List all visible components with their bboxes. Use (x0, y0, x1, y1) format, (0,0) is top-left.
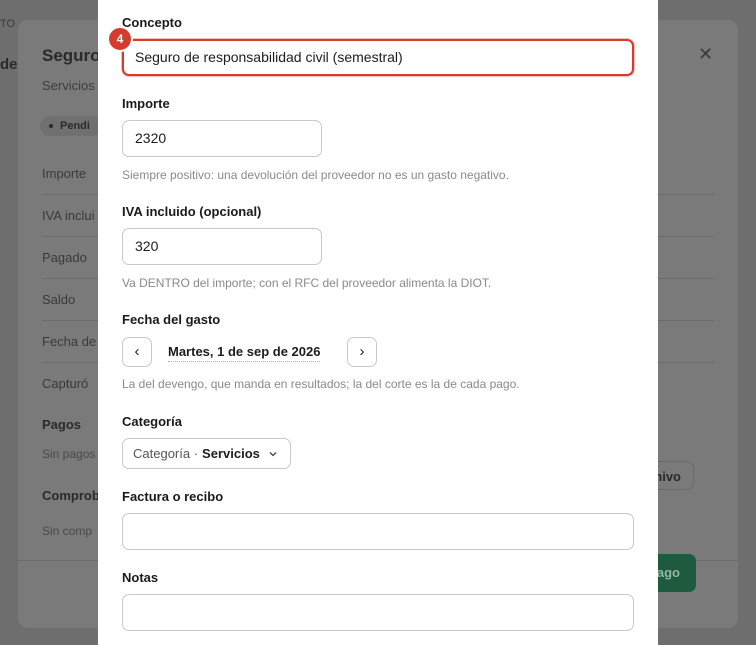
notas-label: Notas (122, 570, 159, 585)
next-day-button[interactable]: › (347, 337, 377, 367)
fecha-label: Fecha del gasto (122, 312, 221, 327)
categoria-value: Servicios (202, 446, 260, 461)
detail-row-fecha: Fecha de (42, 334, 97, 349)
concepto-input[interactable]: Seguro de responsabilidad civil (semestr… (122, 39, 634, 76)
fecha-hint: La del devengo, que manda en resultados;… (122, 377, 520, 391)
chevron-down-icon (269, 451, 277, 456)
importe-hint: Siempre positivo: una devolución del pro… (122, 168, 509, 182)
factura-label: Factura o recibo (122, 489, 224, 504)
detail-row-importe: Importe (42, 166, 87, 181)
iva-input[interactable]: 320 (122, 228, 322, 265)
categoria-select[interactable]: Categoría · Servicios (122, 438, 291, 469)
previous-day-button[interactable]: ‹ (122, 337, 152, 367)
background-heading-fragment: de (0, 56, 18, 73)
comprobantes-heading: Comprob (42, 488, 100, 503)
importe-input[interactable]: 2320 (122, 120, 322, 157)
factura-input[interactable] (122, 513, 634, 550)
concepto-label: Concepto (122, 15, 182, 30)
pagos-heading: Pagos (42, 417, 82, 432)
step-badge: 4 (107, 26, 133, 52)
status-badge: Pendi (40, 116, 102, 136)
detail-title: Seguro (42, 46, 101, 65)
categoria-prefix: Categoría · (133, 446, 199, 461)
date-value[interactable]: Martes, 1 de sep de 2026 (168, 344, 321, 362)
iva-label: IVA incluido (opcional) (122, 204, 262, 219)
detail-row-pagado: Pagado (42, 250, 87, 265)
pagos-empty: Sin pagos (42, 447, 96, 461)
iva-hint: Va DENTRO del importe; con el RFC del pr… (122, 276, 492, 290)
edit-expense-modal: Concepto Seguro de responsabilidad civil… (98, 0, 658, 645)
comprobantes-empty: Sin comp (42, 524, 93, 538)
close-icon[interactable]: ✕ (698, 44, 713, 65)
detail-row-saldo: Saldo (42, 292, 76, 307)
notas-textarea[interactable] (122, 594, 634, 631)
detail-subtitle: Servicios (42, 78, 95, 93)
detail-row-iva: IVA inclui (42, 208, 95, 223)
importe-label: Importe (122, 96, 170, 111)
detail-row-capturo: Capturó (42, 376, 89, 391)
categoria-label: Categoría (122, 414, 182, 429)
background-breadcrumb: TO (0, 18, 16, 30)
